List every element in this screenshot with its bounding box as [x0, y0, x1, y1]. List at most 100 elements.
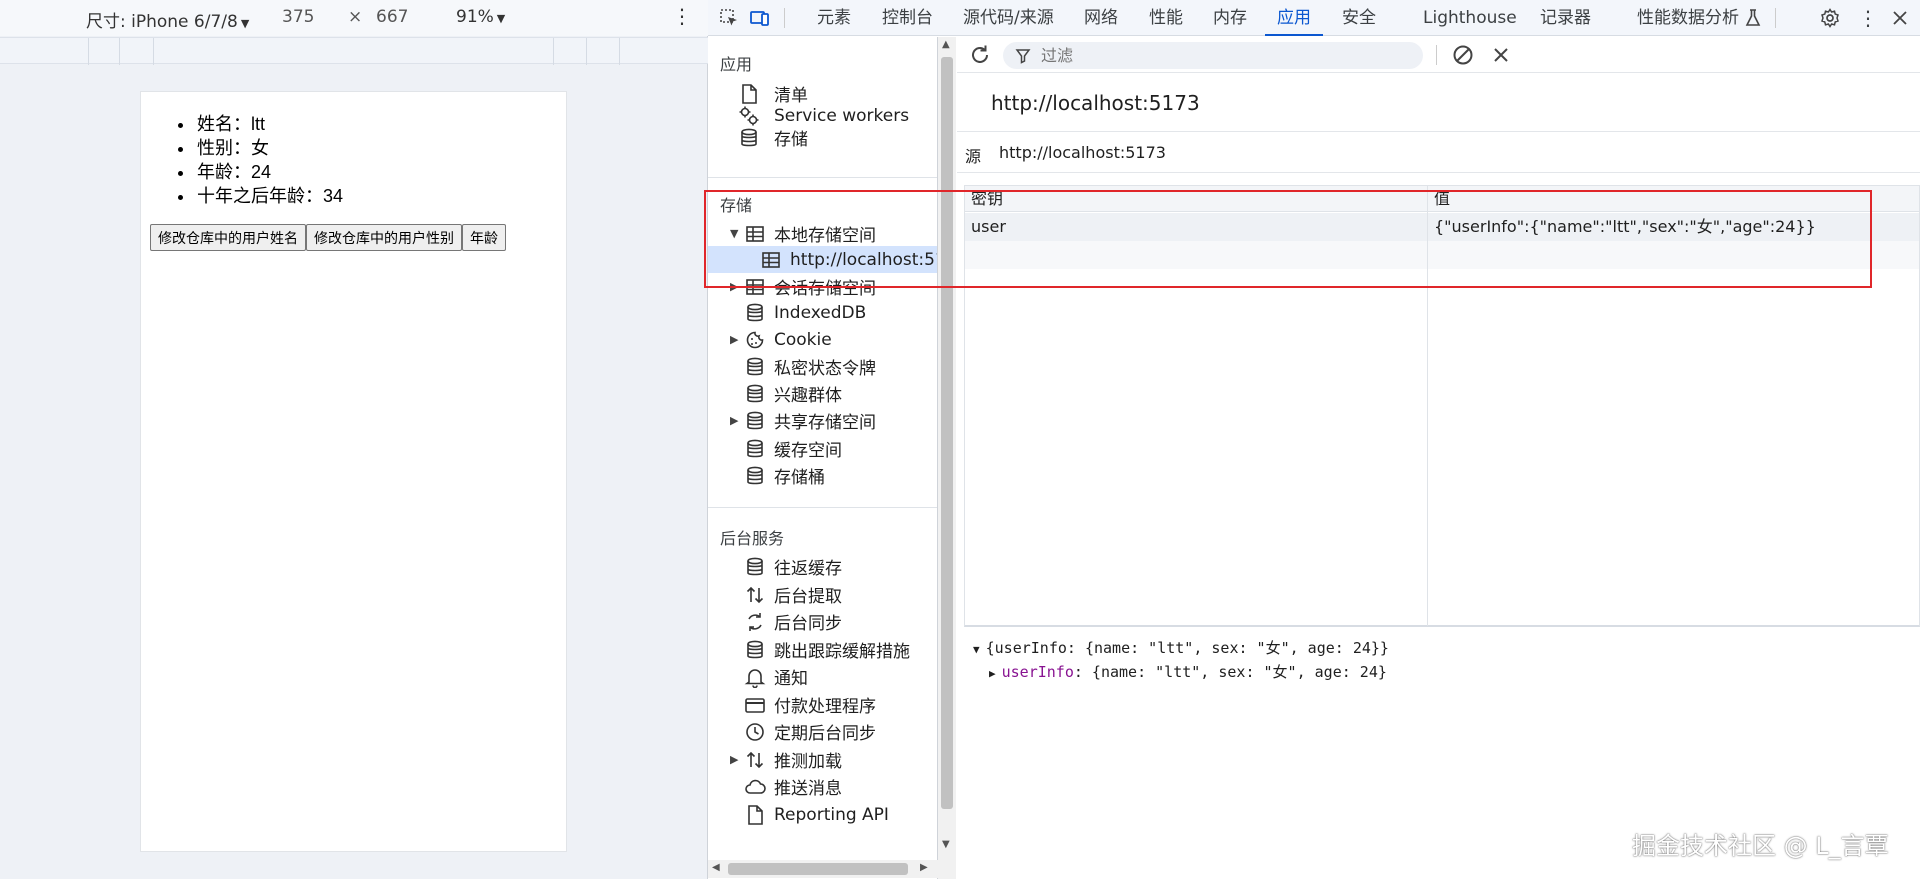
tab-network[interactable]: 网络 — [1084, 0, 1118, 36]
device-dimensions-dropdown[interactable]: 尺寸: iPhone 6/7/8 ▼ — [86, 7, 249, 32]
sidebar-item-speculative-loads[interactable]: ▶ 推测加载 — [708, 746, 937, 773]
filter-input[interactable] — [1041, 46, 1401, 65]
sidebar-item-cache-storage[interactable]: 缓存空间 — [708, 435, 937, 462]
tab-performance-insights[interactable]: 性能数据分析 — [1637, 0, 1739, 36]
tab-performance[interactable]: 性能 — [1149, 0, 1183, 36]
tab-sources[interactable]: 源代码/来源 — [963, 0, 1054, 36]
database-icon — [747, 411, 763, 429]
scroll-left-arrow-icon[interactable]: ◀ — [712, 862, 720, 873]
up-down-arrows-icon — [746, 751, 764, 768]
emulated-page: 姓名：ltt 性别：女 年龄：24 十年之后年龄：34 修改仓库中的用户姓名 修… — [140, 91, 567, 852]
storage-toolbar — [957, 37, 1920, 73]
tab-recorder[interactable]: 记录器 — [1540, 0, 1591, 36]
filter-funnel-icon — [1015, 49, 1031, 64]
document-icon — [748, 804, 763, 825]
database-icon — [747, 384, 763, 402]
sidebar-item-bounce-tracking[interactable]: 跳出跟踪缓解措施 — [708, 636, 937, 663]
sidebar-item-background-sync[interactable]: 后台同步 — [708, 608, 937, 635]
origin-value: http://localhost:5173 — [999, 143, 1166, 162]
tab-memory[interactable]: 内存 — [1213, 0, 1247, 36]
devtools-tab-bar: 元素 控制台 源代码/来源 网络 性能 内存 应用 安全 Lighthouse … — [708, 0, 1920, 36]
expand-arrow-right-icon[interactable]: ▶ — [730, 414, 738, 427]
sidebar-item-push-messaging[interactable]: 推送消息 — [708, 773, 937, 800]
device-toolbar-icon[interactable] — [750, 8, 770, 28]
delete-selected-icon[interactable] — [1492, 46, 1510, 64]
list-item: 十年之后年龄：34 — [195, 184, 343, 208]
devtools: 元素 控制台 源代码/来源 网络 性能 内存 应用 安全 Lighthouse … — [708, 0, 1920, 879]
more-menu-icon[interactable]: ⋮ — [1858, 0, 1878, 36]
sync-icon — [748, 612, 762, 631]
device-emulation-pane: 尺寸: iPhone 6/7/8▼ 375 × 667 91%▼ ⋮ 姓名：lt… — [0, 0, 708, 879]
origin-title: http://localhost:5173 — [991, 91, 1200, 115]
cloud-icon — [745, 779, 766, 794]
change-name-button[interactable]: 修改仓库中的用户姓名 — [150, 224, 306, 251]
database-icon — [747, 557, 763, 575]
zoom-dropdown[interactable]: 91% ▼ — [456, 7, 505, 27]
settings-gear-icon[interactable] — [1820, 8, 1840, 28]
tab-elements[interactable]: 元素 — [817, 0, 851, 36]
application-sidebar: 应用 清单 Service workers 存储 存储 ▼ 本地存储空间 htt… — [708, 37, 938, 879]
database-icon — [747, 357, 763, 375]
value-preview: ▼ {userInfo: {name: "ltt", sex: "女", age:… — [973, 637, 1389, 685]
user-info-list: 姓名：ltt 性别：女 年龄：24 十年之后年龄：34 — [195, 112, 343, 208]
scroll-right-arrow-icon[interactable]: ▶ — [920, 862, 928, 873]
caret-down-icon: ▼ — [496, 12, 506, 25]
change-age-button[interactable]: 年龄 — [462, 224, 506, 251]
media-query-ruler — [0, 37, 708, 65]
caret-down-icon: ▼ — [240, 17, 250, 30]
origin-row: 源 http://localhost:5173 — [957, 133, 1920, 173]
list-item: 年龄：24 — [195, 160, 343, 184]
device-height-input[interactable]: 667 — [376, 7, 408, 27]
expand-arrow-down-icon[interactable]: ▼ — [973, 643, 980, 656]
tab-lighthouse[interactable]: Lighthouse — [1423, 0, 1517, 36]
list-item: 姓名：ltt — [195, 112, 343, 136]
sidebar-vertical-scrollbar[interactable]: ▲ ▼ — [938, 37, 956, 879]
tab-console[interactable]: 控制台 — [882, 0, 933, 36]
sidebar-item-payment-handler[interactable]: 付款处理程序 — [708, 691, 937, 718]
device-toolbar: 尺寸: iPhone 6/7/8 ▼ 375 × 667 91% ▼ ⋮ — [0, 0, 708, 36]
refresh-icon[interactable] — [968, 43, 992, 67]
sidebar-horizontal-scrollbar[interactable]: ◀ ▶ — [708, 860, 956, 878]
sidebar-item-bfcache[interactable]: 往返缓存 — [708, 553, 937, 580]
scrollbar-thumb[interactable] — [728, 863, 908, 875]
sidebar-item-shared-storage[interactable]: ▶ 共享存储空间 — [708, 407, 937, 434]
section-title-application: 应用 — [720, 55, 753, 74]
sidebar-item-indexeddb[interactable]: IndexedDB — [708, 299, 937, 326]
preview-root[interactable]: ▼ {userInfo: {name: "ltt", sex: "女", age:… — [973, 637, 1389, 661]
device-width-input[interactable]: 375 — [282, 7, 314, 27]
sidebar-item-private-state-tokens[interactable]: 私密状态令牌 — [708, 353, 937, 380]
scroll-down-arrow-icon[interactable]: ▼ — [942, 839, 950, 850]
expand-arrow-right-icon[interactable]: ▶ — [989, 667, 996, 680]
sidebar-item-storage-buckets[interactable]: 存储桶 — [708, 462, 937, 489]
sidebar-item-interest-groups[interactable]: 兴趣群体 — [708, 380, 937, 407]
clock-icon — [746, 722, 764, 741]
sidebar-item-notifications[interactable]: 通知 — [708, 663, 937, 690]
expand-arrow-right-icon[interactable]: ▶ — [730, 753, 738, 766]
sidebar-item-background-fetch[interactable]: 后台提取 — [708, 581, 937, 608]
dimension-times-label: × — [348, 7, 363, 27]
close-devtools-icon[interactable] — [1890, 8, 1910, 28]
clear-all-icon[interactable] — [1452, 44, 1474, 66]
credit-card-icon — [745, 697, 765, 713]
database-icon — [747, 303, 763, 321]
sidebar-item-cookie[interactable]: ▶ Cookie — [708, 326, 937, 353]
origin-label: 源 — [965, 147, 982, 166]
list-item: 性别：女 — [195, 136, 343, 160]
filter-box[interactable] — [1003, 42, 1423, 69]
section-title-background-services: 后台服务 — [720, 529, 785, 548]
inspect-element-icon[interactable] — [719, 8, 739, 28]
scrollbar-thumb[interactable] — [941, 57, 953, 809]
sidebar-item-storage[interactable]: 存储 — [708, 124, 937, 151]
change-sex-button[interactable]: 修改仓库中的用户性别 — [306, 224, 462, 251]
annotation-highlight-box — [704, 190, 1872, 288]
tab-security[interactable]: 安全 — [1342, 0, 1376, 36]
preview-property[interactable]: ▶ userInfo: {name: "ltt", sex: "女", age: … — [973, 661, 1389, 685]
watermark: 掘金技术社区 @ L_言覃 — [1632, 832, 1889, 860]
section-divider — [708, 507, 937, 508]
sidebar-item-reporting-api[interactable]: Reporting API — [708, 801, 937, 828]
more-options-icon[interactable]: ⋮ — [672, 4, 692, 28]
tab-application[interactable]: 应用 — [1265, 0, 1323, 36]
scroll-up-arrow-icon[interactable]: ▲ — [942, 39, 950, 50]
sidebar-item-periodic-sync[interactable]: 定期后台同步 — [708, 718, 937, 745]
expand-arrow-right-icon[interactable]: ▶ — [730, 333, 738, 346]
